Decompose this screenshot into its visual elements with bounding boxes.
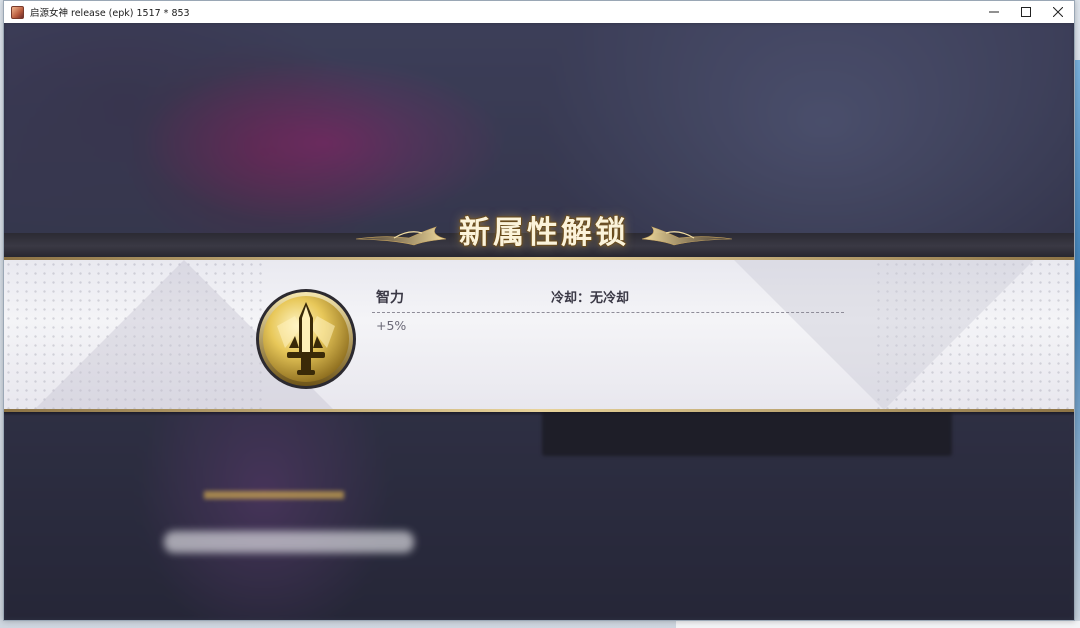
maximize-button[interactable] xyxy=(1010,1,1042,23)
close-button[interactable] xyxy=(1042,1,1074,23)
panel-decor-triangle-right xyxy=(734,260,1034,410)
attribute-value: +5% xyxy=(376,318,407,333)
right-ornament-icon xyxy=(641,226,733,246)
sword-medal-icon xyxy=(256,289,356,389)
close-icon xyxy=(1053,7,1063,17)
game-viewport[interactable]: 新属性解锁 智力 冷却：无冷却 +5% xyxy=(4,23,1074,620)
popup-title-group: 新属性解锁 xyxy=(354,203,734,259)
minimize-icon xyxy=(989,11,999,13)
window-titlebar[interactable]: 启源女神 release (epk) 1517 * 853 xyxy=(4,1,1074,23)
attribute-divider xyxy=(372,312,844,313)
window-controls xyxy=(978,1,1074,23)
game-window: 启源女神 release (epk) 1517 * 853 新属性解锁 智力 冷… xyxy=(3,0,1075,621)
banner-shadow xyxy=(4,412,1074,416)
attribute-name: 智力 xyxy=(376,290,404,306)
unlock-panel xyxy=(4,260,1074,410)
background-window-peek xyxy=(676,621,1080,628)
maximize-icon xyxy=(1021,7,1031,17)
blurred-hat-band xyxy=(204,491,344,499)
window-title: 启源女神 release (epk) 1517 * 853 xyxy=(30,8,190,19)
blurred-character-name xyxy=(164,531,414,553)
minimize-button[interactable] xyxy=(978,1,1010,23)
app-icon xyxy=(11,5,24,19)
attribute-cooldown: 冷却：无冷却 xyxy=(551,291,630,306)
